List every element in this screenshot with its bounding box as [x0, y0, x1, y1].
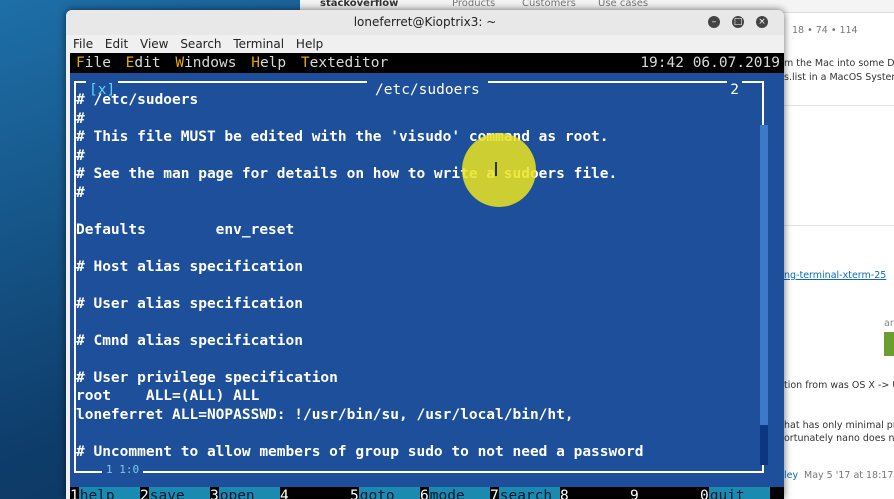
f2-save-button[interactable]: 2save [140, 487, 210, 499]
text-line: root ALL=(ALL) ALL [76, 388, 260, 404]
f7-search-button[interactable]: 7search [490, 487, 560, 499]
cursor-position: 1 1:0 [102, 463, 144, 477]
divider [784, 105, 894, 106]
scrollbar[interactable] [760, 125, 768, 465]
stackoverflow-logo[interactable]: stackoverflow [320, 0, 398, 9]
menu-terminal[interactable]: Terminal [233, 37, 284, 51]
mc-menu-edit[interactable]: Edit [126, 55, 161, 71]
minimize-icon[interactable]: – [708, 16, 720, 28]
terminal-titlebar[interactable]: loneferret@Kioptrix3: ~ – □ × [66, 10, 784, 35]
f3-open-button[interactable]: 3open [210, 487, 280, 499]
cursor-highlight [462, 133, 536, 207]
menu-edit[interactable]: Edit [105, 37, 128, 51]
maximize-icon[interactable]: □ [732, 16, 744, 28]
answer-snippet-1: m the Mac into some D [784, 58, 894, 69]
f6-mode-button[interactable]: 6mode [420, 487, 490, 499]
close-icon[interactable]: × [756, 16, 768, 28]
text-line: # User privilege specification [76, 370, 338, 386]
comment-date: May 5 '17 at 18:17 [804, 470, 894, 481]
text-line: # Uncomment to allow members of group su… [76, 444, 644, 460]
divider [784, 225, 894, 226]
nav-tab-customers[interactable]: Customers [522, 0, 576, 9]
frame-border [74, 471, 764, 473]
window-number: 2 [727, 81, 742, 99]
text-line: # User alias specification [76, 296, 303, 312]
text-line: # See the man page for details on how to… [76, 166, 618, 182]
menu-file[interactable]: File [73, 37, 93, 51]
function-key-bar: 1help 2save 3open 4 5goto 6mode 7search … [70, 487, 784, 499]
text-line: # Host alias specification [76, 259, 303, 275]
text-line: loneferret ALL=NOPASSWD: !/usr/bin/su, /… [76, 407, 574, 423]
avatar [884, 332, 894, 356]
terminal-window: loneferret@Kioptrix3: ~ – □ × File Edit … [66, 10, 784, 499]
text-cursor-icon [495, 162, 497, 176]
f9-button[interactable]: 9 [630, 487, 700, 499]
clock: 19:42 06.07.2019 [640, 55, 780, 71]
f5-goto-button[interactable]: 5goto [350, 487, 420, 499]
menu-help[interactable]: Help [296, 37, 323, 51]
text-line: # This file MUST be edited with the 'vis… [76, 129, 609, 145]
file-title: /etc/sudoers [367, 81, 488, 99]
nav-tab-products[interactable]: Products [452, 0, 495, 9]
mc-menu-file[interactable]: File [76, 55, 111, 71]
mcedit-menubar: File Edit Windows Help Texteditor 19:42 … [70, 53, 784, 73]
f10-quit-button[interactable]: 0quit [700, 487, 770, 499]
mc-menu-windows[interactable]: Windows [175, 55, 236, 71]
answer-snippet-4: hat has only minimal pro [784, 420, 894, 431]
answer-snippet-2: s.list in a MacOS Syster [784, 72, 894, 83]
terminal-menubar: File Edit View Search Terminal Help [66, 35, 784, 53]
text-line: # [76, 111, 85, 127]
answer-snippet-3: tion from was OS X -> U [784, 380, 894, 391]
related-link[interactable]: ng-terminal-xterm-25 [784, 270, 886, 281]
editor-area[interactable]: [x] /etc/sudoers 2 1 1:0 # /etc/sudoers … [70, 73, 770, 487]
vote-counts: 18 • 74 • 114 [792, 25, 858, 36]
text-line: # [76, 148, 85, 164]
answer-snippet-5: ortunately nano does not [784, 433, 894, 444]
text-line: # /etc/sudoers [76, 92, 199, 108]
menu-search[interactable]: Search [180, 37, 221, 51]
window-title: loneferret@Kioptrix3: ~ [353, 15, 497, 29]
text-line: # [76, 185, 85, 201]
mc-menu-help[interactable]: Help [251, 55, 286, 71]
scrollbar-thumb[interactable] [760, 125, 768, 425]
comment-user-link[interactable]: ley [784, 470, 798, 481]
frame-border: [x] /etc/sudoers 2 [74, 81, 764, 99]
f1-help-button[interactable]: 1help [70, 487, 140, 499]
text-line: # Cmnd alias specification [76, 333, 303, 349]
mc-menu-texteditor[interactable]: Texteditor [301, 55, 388, 71]
f4-button[interactable]: 4 [280, 487, 350, 499]
user-label: ar [884, 318, 894, 329]
menu-view[interactable]: View [140, 37, 168, 51]
f8-button[interactable]: 8 [560, 487, 630, 499]
nav-tab-use-cases[interactable]: Use cases [598, 0, 648, 9]
terminal-screen[interactable]: File Edit Windows Help Texteditor 19:42 … [70, 53, 784, 499]
text-line: Defaults env_reset [76, 222, 295, 238]
